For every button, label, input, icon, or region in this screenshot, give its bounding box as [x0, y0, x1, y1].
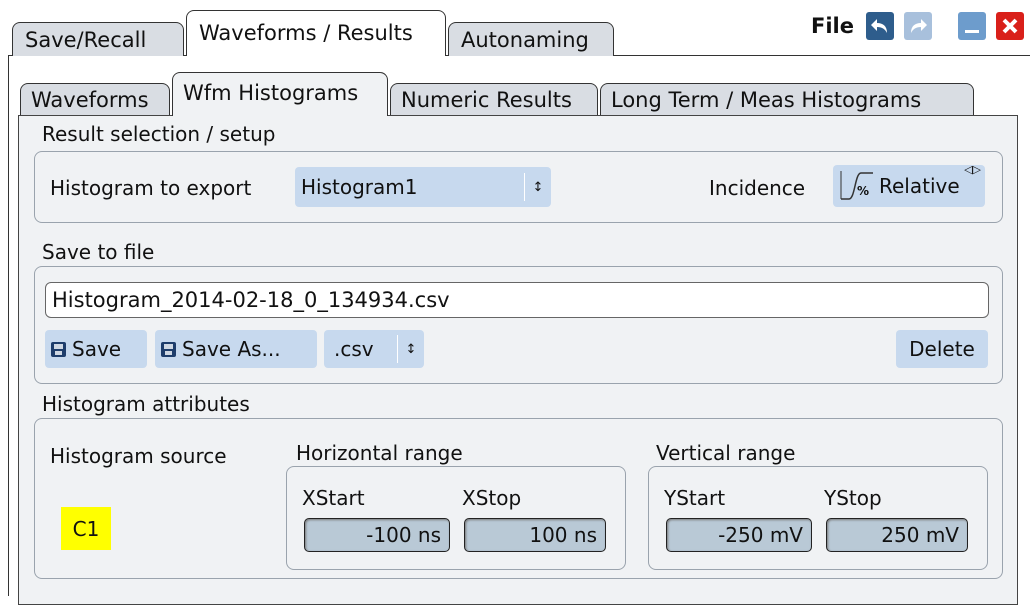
tab-label: Numeric Results: [401, 87, 572, 112]
toggle-arrows-icon: ◁▷: [964, 163, 981, 176]
spin-arrows-icon: ↕: [397, 335, 424, 363]
xstop-label: XStop: [462, 486, 522, 510]
save-as-button[interactable]: Save As...: [155, 330, 317, 368]
tab-label: Autonaming: [461, 27, 589, 52]
filename-field[interactable]: Histogram_2014-02-18_0_134934.csv: [45, 282, 989, 318]
save-to-file-title: Save to file: [42, 240, 155, 264]
ystop-label: YStop: [824, 486, 882, 510]
histogram-to-export-label: Histogram to export: [50, 176, 252, 200]
tab-waveforms[interactable]: Waveforms: [20, 83, 170, 115]
histogram-source-label: Histogram source: [50, 444, 227, 468]
save-disk-icon: [51, 341, 66, 357]
ystart-label: YStart: [664, 486, 726, 510]
tab-long-term-meas-histograms[interactable]: Long Term / Meas Histograms: [600, 83, 974, 115]
spin-arrows-icon: ↕: [524, 173, 551, 201]
minimize-button[interactable]: [958, 12, 986, 40]
undo-icon: [871, 19, 887, 33]
incidence-label: Incidence: [709, 176, 806, 200]
close-button[interactable]: [996, 12, 1024, 40]
xstart-field[interactable]: -100 ns: [304, 518, 450, 552]
ystart-field[interactable]: -250 mV: [666, 518, 812, 552]
tab-label: Waveforms: [31, 87, 149, 112]
vertical-range-title: Vertical range: [656, 441, 796, 465]
histogram-attributes-title: Histogram attributes: [42, 392, 250, 416]
incidence-button[interactable]: % Relative ◁▷: [833, 163, 985, 207]
incidence-value: Relative: [879, 174, 960, 198]
format-select[interactable]: .csv ↕: [324, 330, 424, 368]
redo-icon: [911, 19, 927, 33]
xstop-field[interactable]: 100 ns: [464, 518, 606, 552]
tab-autonaming[interactable]: Autonaming: [448, 22, 614, 56]
save-disk-icon: [161, 341, 176, 357]
tab-label: Wfm Histograms: [183, 81, 359, 105]
histogram-source-value: C1: [72, 516, 100, 541]
save-button-label: Save: [72, 337, 122, 361]
incidence-icon-text: %: [857, 184, 870, 198]
tab-waveforms-results[interactable]: Waveforms / Results: [186, 10, 446, 56]
ystop-field[interactable]: 250 mV: [826, 518, 968, 552]
tab-numeric-results[interactable]: Numeric Results: [390, 83, 598, 115]
close-icon: [1002, 18, 1018, 34]
histogram-select[interactable]: Histogram1 ↕: [295, 167, 551, 207]
format-select-value: .csv: [334, 337, 374, 361]
tab-label: Long Term / Meas Histograms: [611, 87, 922, 112]
redo-button[interactable]: [904, 12, 932, 40]
tab-wfm-histograms[interactable]: Wfm Histograms: [172, 72, 388, 116]
save-as-button-label: Save As...: [182, 337, 281, 361]
result-selection-title: Result selection / setup: [42, 122, 276, 146]
delete-button-label: Delete: [909, 337, 975, 361]
horizontal-range-title: Horizontal range: [296, 441, 463, 465]
minimize-icon: [965, 30, 979, 33]
tab-save-recall[interactable]: Save/Recall: [12, 22, 184, 56]
tab-label: Save/Recall: [25, 27, 147, 52]
tab-label: Waveforms / Results: [199, 21, 413, 45]
delete-button[interactable]: Delete: [896, 330, 988, 368]
xstart-label: XStart: [302, 486, 365, 510]
undo-button[interactable]: [866, 12, 894, 40]
window-title: File: [811, 14, 854, 38]
incidence-curve-icon: %: [839, 169, 875, 203]
histogram-source-badge[interactable]: C1: [61, 507, 111, 550]
histogram-select-value: Histogram1: [301, 175, 418, 199]
save-button[interactable]: Save: [45, 330, 147, 368]
